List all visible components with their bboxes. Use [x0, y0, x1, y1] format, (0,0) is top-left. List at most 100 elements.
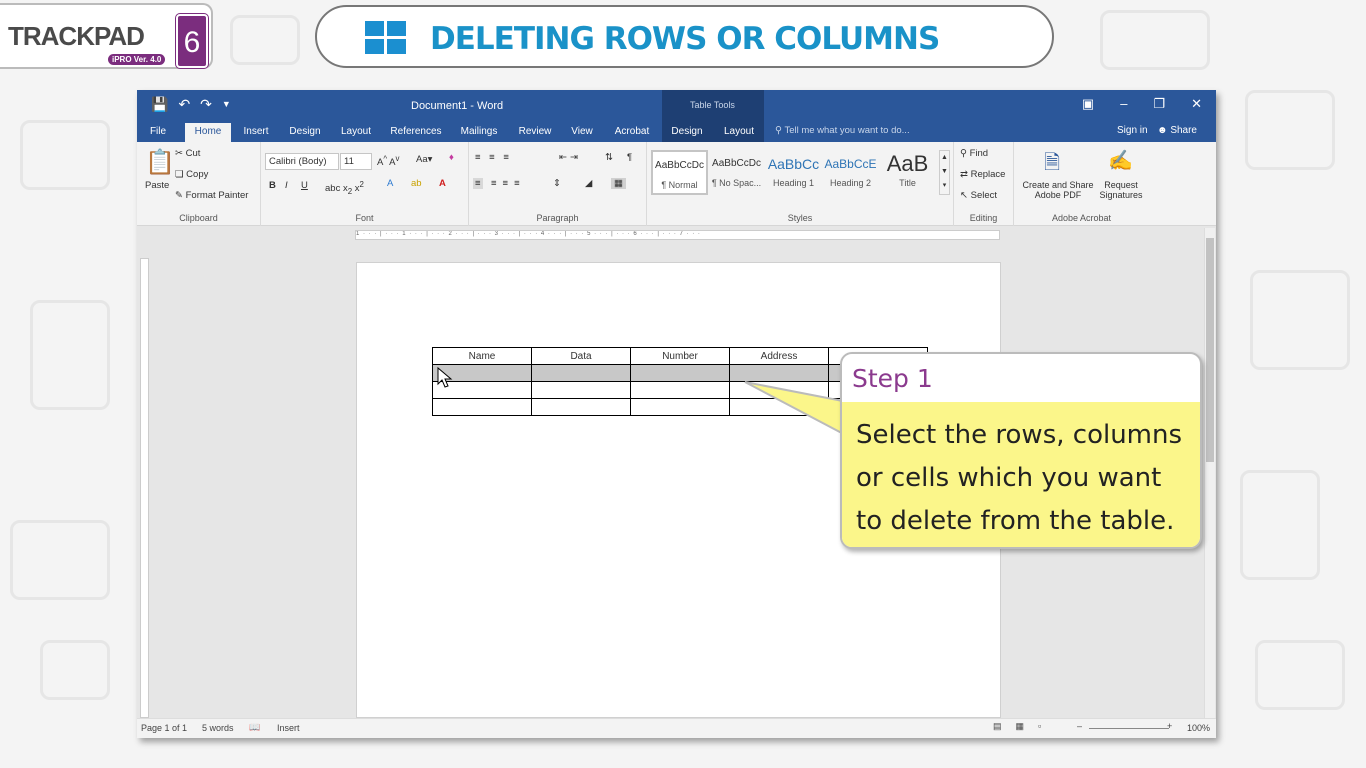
- borders-icon[interactable]: ▦: [611, 178, 626, 189]
- tab-table-design[interactable]: Design: [667, 123, 707, 142]
- status-bar: Page 1 of 1 5 words 📖 Insert ▤▦▫ – + 100…: [137, 718, 1216, 738]
- underline-icon[interactable]: U: [301, 180, 308, 191]
- vertical-scrollbar[interactable]: [1204, 228, 1215, 718]
- zoom-in-icon[interactable]: +: [1167, 721, 1172, 731]
- zoom-slider[interactable]: [1089, 728, 1169, 729]
- grow-font-icon[interactable]: A^ Av: [377, 154, 399, 168]
- table-cell[interactable]: [432, 398, 532, 416]
- acrobat-label: Adobe Acrobat: [1051, 213, 1112, 223]
- table-cell[interactable]: [729, 381, 829, 399]
- proofing-icon[interactable]: 📖: [249, 722, 260, 733]
- table-cell[interactable]: [729, 398, 829, 416]
- format-painter-button[interactable]: ✎ Format Painter: [175, 190, 248, 201]
- font-size-combo[interactable]: 11: [340, 153, 372, 170]
- tab-review[interactable]: Review: [515, 123, 555, 142]
- style-heading-1[interactable]: AaBbCc Heading 1: [765, 150, 822, 195]
- tab-design[interactable]: Design: [285, 123, 325, 142]
- table-cell[interactable]: [630, 398, 730, 416]
- table-cell[interactable]: [531, 381, 631, 399]
- align-buttons[interactable]: ≡≡≡: [491, 178, 526, 189]
- shading-icon[interactable]: ◢: [585, 178, 592, 189]
- indent-buttons[interactable]: ⇤⇥: [559, 152, 581, 163]
- style-normal[interactable]: AaBbCcDc ¶ Normal: [651, 150, 708, 195]
- style-no-spacing[interactable]: AaBbCcDc ¶ No Spac...: [708, 150, 765, 195]
- styles-scroll[interactable]: ▲ ▼ ▾: [939, 150, 950, 195]
- style-title[interactable]: AaB Title: [879, 150, 936, 195]
- table-cell[interactable]: Address: [729, 347, 829, 365]
- style-name: Heading 1: [772, 178, 815, 188]
- line-spacing-icon[interactable]: ⇕: [553, 178, 561, 189]
- show-marks-icon[interactable]: ¶: [627, 152, 632, 163]
- sort-icon[interactable]: ⇅: [605, 152, 613, 163]
- style-preview: AaBbCc: [767, 156, 820, 172]
- page-count[interactable]: Page 1 of 1: [141, 723, 187, 733]
- table-cell[interactable]: Name: [432, 347, 532, 365]
- style-heading-2[interactable]: AaBbCcE Heading 2: [822, 150, 879, 195]
- vertical-ruler[interactable]: [140, 258, 149, 718]
- customize-qat-icon[interactable]: ▼: [222, 96, 231, 113]
- align-left-icon[interactable]: ≡: [473, 178, 483, 189]
- window-controls: ▣ – ❐ ✕: [1082, 96, 1202, 112]
- cut-button[interactable]: ✂ Cut: [175, 148, 200, 159]
- create-pdf-button[interactable]: Create and Share Adobe PDF: [1020, 180, 1096, 200]
- font-name-combo[interactable]: Calibri (Body): [265, 153, 339, 170]
- insert-mode[interactable]: Insert: [277, 723, 300, 733]
- minimize-icon[interactable]: –: [1120, 96, 1127, 112]
- replace-button[interactable]: ⇄ Replace: [960, 169, 1005, 180]
- change-case-icon[interactable]: Aa▾: [416, 154, 432, 165]
- copy-button[interactable]: ❏ Copy: [175, 169, 208, 180]
- save-icon[interactable]: 💾: [151, 96, 168, 113]
- paste-icon[interactable]: 📋: [145, 148, 175, 177]
- view-buttons[interactable]: ▤▦▫: [993, 721, 1055, 732]
- tell-me-box[interactable]: ⚲ Tell me what you want to do...: [775, 125, 910, 136]
- close-icon[interactable]: ✕: [1191, 96, 1202, 112]
- request-signatures-button[interactable]: Request Signatures: [1098, 180, 1144, 200]
- clear-formatting-icon[interactable]: ♦: [449, 152, 454, 163]
- zoom-out-icon[interactable]: –: [1077, 721, 1082, 731]
- zoom-level[interactable]: 100%: [1187, 723, 1210, 733]
- tab-references[interactable]: References: [387, 123, 445, 142]
- table-cell[interactable]: [432, 364, 532, 382]
- tab-file[interactable]: File: [143, 123, 173, 142]
- bold-icon[interactable]: B: [269, 180, 276, 191]
- scrollbar-thumb[interactable]: [1206, 238, 1214, 462]
- horizontal-ruler[interactable]: 1 · · · | · · · 1 · · · | · · · 2 · · · …: [355, 230, 1000, 240]
- style-name: ¶ Normal: [661, 180, 698, 190]
- strikethrough-icon[interactable]: abc x2 x2: [325, 180, 364, 196]
- redo-icon[interactable]: ↷: [200, 96, 212, 113]
- sign-in-link[interactable]: Sign in: [1117, 125, 1148, 136]
- table-cell[interactable]: [630, 364, 730, 382]
- font-group: Calibri (Body) 11 A^ Av Aa▾ ♦ B I U abc …: [261, 142, 469, 226]
- table-cell[interactable]: Data: [531, 347, 631, 365]
- tab-layout[interactable]: Layout: [337, 123, 375, 142]
- highlight-icon[interactable]: ab: [411, 178, 422, 189]
- tab-table-layout[interactable]: Layout: [719, 123, 759, 142]
- share-button[interactable]: ☻ Share: [1157, 125, 1197, 136]
- tab-view[interactable]: View: [567, 123, 597, 142]
- restore-icon[interactable]: ❐: [1153, 96, 1165, 112]
- italic-icon[interactable]: I: [285, 180, 288, 191]
- word-count[interactable]: 5 words: [202, 723, 234, 733]
- table-cell[interactable]: [531, 398, 631, 416]
- font-color-icon[interactable]: A: [439, 178, 446, 189]
- table-cell[interactable]: [432, 381, 532, 399]
- tab-home[interactable]: Home: [185, 123, 231, 143]
- tab-insert[interactable]: Insert: [239, 123, 273, 142]
- table-cell[interactable]: [630, 381, 730, 399]
- table-cell[interactable]: [729, 364, 829, 382]
- tab-mailings[interactable]: Mailings: [457, 123, 501, 142]
- table-cell[interactable]: [531, 364, 631, 382]
- paste-button[interactable]: Paste: [145, 180, 169, 191]
- scissors-icon: ✂: [175, 148, 183, 159]
- undo-icon[interactable]: ↶: [178, 96, 190, 113]
- find-label: Find: [969, 148, 989, 159]
- cursor-icon: ↖: [960, 190, 968, 201]
- find-button[interactable]: ⚲ Find: [960, 148, 988, 159]
- select-button[interactable]: ↖ Select: [960, 190, 997, 201]
- tab-acrobat[interactable]: Acrobat: [609, 123, 655, 142]
- ribbon-display-icon[interactable]: ▣: [1082, 96, 1094, 112]
- logo-number: 6: [176, 14, 208, 68]
- list-buttons[interactable]: ≡ ≡ ≡: [475, 152, 512, 163]
- text-effects-icon[interactable]: A: [387, 178, 393, 189]
- table-cell[interactable]: Number: [630, 347, 730, 365]
